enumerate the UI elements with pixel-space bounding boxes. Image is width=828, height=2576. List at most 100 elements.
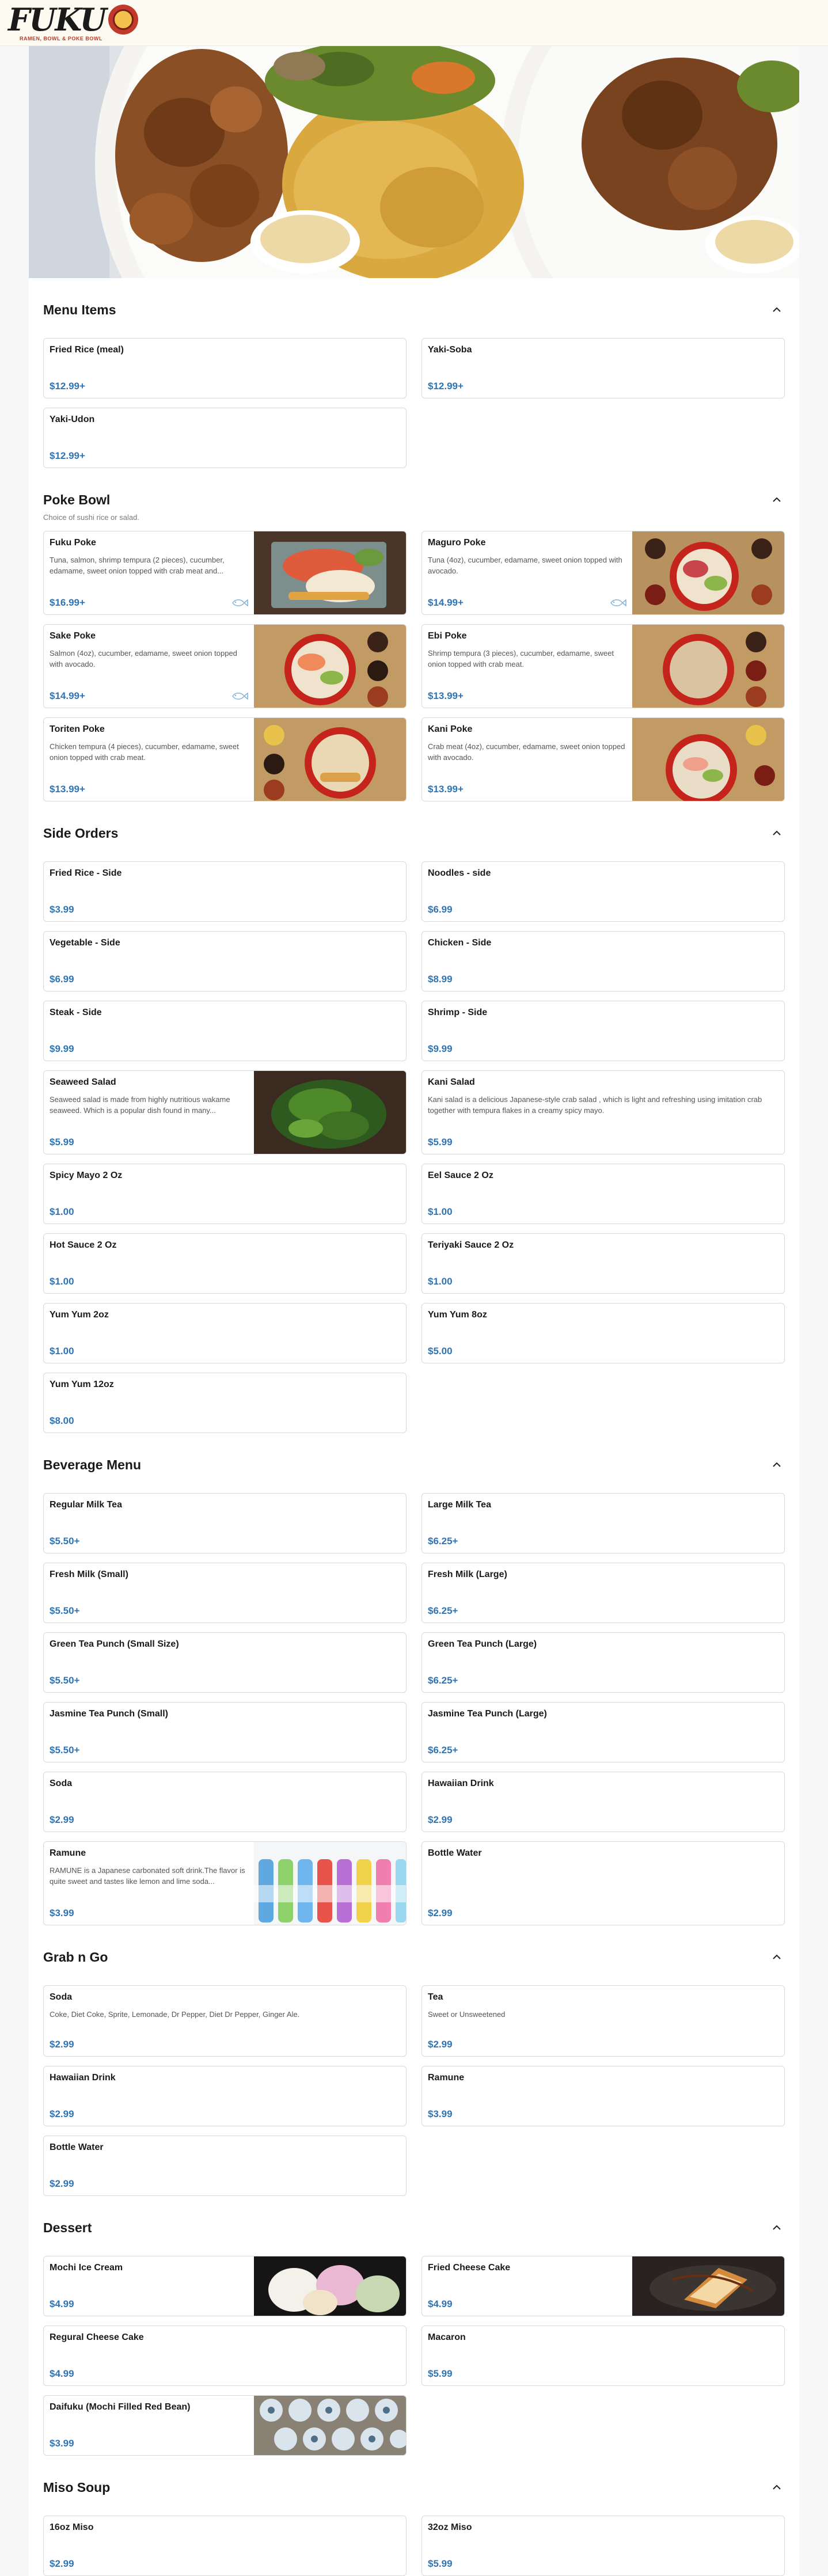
item-price: $5.50+	[50, 1675, 80, 1686]
section-title: Dessert	[43, 2220, 92, 2235]
item-name: Teriyaki Sauce 2 Oz	[428, 1240, 514, 1250]
item-price: $4.99	[50, 2368, 74, 2379]
hibachi-plates-illustration	[29, 46, 799, 278]
item-price: $1.00	[428, 1276, 453, 1287]
menu-item-card[interactable]: Bottle Water $2.99	[43, 2136, 407, 2196]
menu-item-card[interactable]: 16oz Miso $2.99	[43, 2516, 407, 2576]
menu-item-card[interactable]: Yum Yum 12oz $8.00	[43, 1373, 407, 1433]
item-name: Yaki-Soba	[428, 345, 472, 355]
menu-item-card[interactable]: Regural Cheese Cake $4.99	[43, 2326, 407, 2386]
section-menu-items: Menu Items Fried Rice (meal) $12.99+ Yaki…	[43, 278, 785, 468]
menu-item-card[interactable]: Macaron $5.99	[421, 2326, 785, 2386]
chevron-up-icon[interactable]	[769, 492, 785, 508]
menu-item-card[interactable]: Fresh Milk (Small) $5.50+	[43, 1563, 407, 1623]
menu-item-card[interactable]: Eel Sauce 2 Oz $1.00	[421, 1164, 785, 1224]
item-price: $2.99	[428, 1908, 453, 1918]
item-price: $5.99	[50, 1137, 74, 1148]
chevron-up-icon[interactable]	[769, 1949, 785, 1965]
item-name: Green Tea Punch (Large)	[428, 1639, 537, 1649]
chevron-up-icon[interactable]	[769, 302, 785, 318]
item-price: $13.99+	[428, 784, 464, 795]
menu-item-card[interactable]: Ebi Poke Shrimp tempura (3 pieces), cucum…	[421, 624, 785, 708]
menu-item-card[interactable]: Shrimp - Side $9.99	[421, 1001, 785, 1061]
item-name: Fresh Milk (Large)	[428, 1570, 507, 1579]
chevron-up-icon[interactable]	[769, 2220, 785, 2236]
item-name: 16oz Miso	[50, 2522, 94, 2532]
item-price: $6.25+	[428, 1675, 458, 1686]
item-name: Jasmine Tea Punch (Small)	[50, 1709, 168, 1719]
menu-item-card[interactable]: Hawaiian Drink $2.99	[421, 1772, 785, 1832]
menu-item-card[interactable]: Maguro Poke Tuna (4oz), cucumber, edamame…	[421, 531, 785, 615]
sake-poke-photo	[254, 625, 406, 708]
menu-item-card[interactable]: Bottle Water $2.99	[421, 1841, 785, 1925]
menu-item-card[interactable]: Yum Yum 8oz $5.00	[421, 1303, 785, 1363]
item-name: Large Milk Tea	[428, 1500, 491, 1510]
menu-item-card[interactable]: Toriten Poke Chicken tempura (4 pieces), …	[43, 717, 407, 801]
menu-item-card[interactable]: Jasmine Tea Punch (Large) $6.25+	[421, 1702, 785, 1762]
menu-item-card[interactable]: Teriyaki Sauce 2 Oz $1.00	[421, 1233, 785, 1294]
menu-item-card[interactable]: Chicken - Side $8.99	[421, 931, 785, 991]
logo-tagline: RAMEN, BOWL & POKE BOWL	[20, 35, 102, 41]
menu-item-card[interactable]: Yaki-Udon $12.99+	[43, 408, 407, 468]
menu-item-card[interactable]: Noodles - side $6.99	[421, 861, 785, 922]
item-price: $8.99	[428, 974, 453, 985]
menu-item-card[interactable]: Yum Yum 2oz $1.00	[43, 1303, 407, 1363]
mochi-photo	[254, 2256, 406, 2316]
menu-item-card[interactable]: Daifuku (Mochi Filled Red Bean) $3.99	[43, 2395, 407, 2456]
item-description: Tuna (4oz), cucumber, edamame, sweet oni…	[428, 556, 622, 575]
item-description: Tuna, salmon, shrimp tempura (2 pieces),…	[50, 556, 225, 575]
fuku-logo[interactable]: FUKU RAMEN, BOWL & POKE BOWL	[8, 4, 138, 41]
item-name: Hot Sauce 2 Oz	[50, 1240, 117, 1250]
item-description: Chicken tempura (4 pieces), cucumber, ed…	[50, 742, 239, 762]
item-name: Kani Salad	[428, 1077, 475, 1087]
menu-item-card[interactable]: Jasmine Tea Punch (Small) $5.50+	[43, 1702, 407, 1762]
menu-item-card[interactable]: Yaki-Soba $12.99+	[421, 338, 785, 398]
item-name: Vegetable - Side	[50, 938, 120, 948]
chevron-up-icon[interactable]	[769, 2479, 785, 2495]
menu-item-card[interactable]: Soda Coke, Diet Coke, Sprite, Lemonade, D…	[43, 1985, 407, 2057]
menu-item-card[interactable]: Fresh Milk (Large) $6.25+	[421, 1563, 785, 1623]
menu-item-card[interactable]: Soda $2.99	[43, 1772, 407, 1832]
menu-item-card[interactable]: 32oz Miso $5.99	[421, 2516, 785, 2576]
menu-item-card[interactable]: Fuku Poke Tuna, salmon, shrimp tempura (2…	[43, 531, 407, 615]
item-name: Spicy Mayo 2 Oz	[50, 1171, 123, 1180]
menu-item-card[interactable]: Sake Poke Salmon (4oz), cucumber, edamame…	[43, 624, 407, 708]
menu-item-card[interactable]: Large Milk Tea $6.25+	[421, 1493, 785, 1553]
menu-item-card[interactable]: Tea Sweet or Unsweetened $2.99	[421, 1985, 785, 2057]
item-name: Soda	[50, 1779, 73, 1788]
menu-item-card[interactable]: Steak - Side $9.99	[43, 1001, 407, 1061]
item-name: Regural Cheese Cake	[50, 2332, 144, 2342]
menu-item-card[interactable]: Kani Poke Crab meat (4oz), cucumber, edam…	[421, 717, 785, 801]
menu-item-card[interactable]: Spicy Mayo 2 Oz $1.00	[43, 1164, 407, 1224]
item-price: $4.99	[428, 2298, 453, 2309]
item-price: $1.00	[428, 1206, 453, 1217]
menu-item-card[interactable]: Regular Milk Tea $5.50+	[43, 1493, 407, 1553]
menu-item-card[interactable]: Fried Rice - Side $3.99	[43, 861, 407, 922]
item-name: Noodles - side	[428, 868, 491, 878]
item-price: $4.99	[50, 2298, 74, 2309]
menu-item-card[interactable]: Vegetable - Side $6.99	[43, 931, 407, 991]
item-price: $3.99	[50, 904, 74, 915]
menu-item-card[interactable]: Mochi Ice Cream $4.99	[43, 2256, 407, 2316]
item-price: $3.99	[428, 2108, 453, 2119]
menu-item-card[interactable]: Fried Rice (meal) $12.99+	[43, 338, 407, 398]
menu-item-card[interactable]: Kani Salad Kani salad is a delicious Japa…	[421, 1070, 785, 1154]
menu-item-card[interactable]: Ramune $3.99	[421, 2066, 785, 2126]
chevron-up-icon[interactable]	[769, 825, 785, 841]
menu-item-card[interactable]: Green Tea Punch (Small Size) $5.50+	[43, 1632, 407, 1693]
menu-item-card[interactable]: Seaweed Salad Seaweed salad is made from …	[43, 1070, 407, 1154]
section-beverage-menu: Beverage Menu Regular Milk Tea $5.50+ Lar…	[43, 1433, 785, 1925]
menu-item-card[interactable]: Hawaiian Drink $2.99	[43, 2066, 407, 2126]
menu-item-card[interactable]: Ramune RAMUNE is a Japanese carbonated so…	[43, 1841, 407, 1925]
daifuku-photo	[254, 2396, 406, 2455]
section-title: Beverage Menu	[43, 1457, 142, 1472]
menu-item-card[interactable]: Hot Sauce 2 Oz $1.00	[43, 1233, 407, 1294]
hero-food-image	[29, 46, 799, 278]
seaweed-salad-photo	[254, 1071, 406, 1154]
ramune-bottles-photo	[254, 1842, 406, 1925]
menu-item-card[interactable]: Green Tea Punch (Large) $6.25+	[421, 1632, 785, 1693]
section-side-orders: Side Orders Fried Rice - Side $3.99 Noodl…	[43, 801, 785, 1433]
item-price: $5.50+	[50, 1605, 80, 1616]
menu-item-card[interactable]: Fried Cheese Cake $4.99	[421, 2256, 785, 2316]
chevron-up-icon[interactable]	[769, 1457, 785, 1473]
